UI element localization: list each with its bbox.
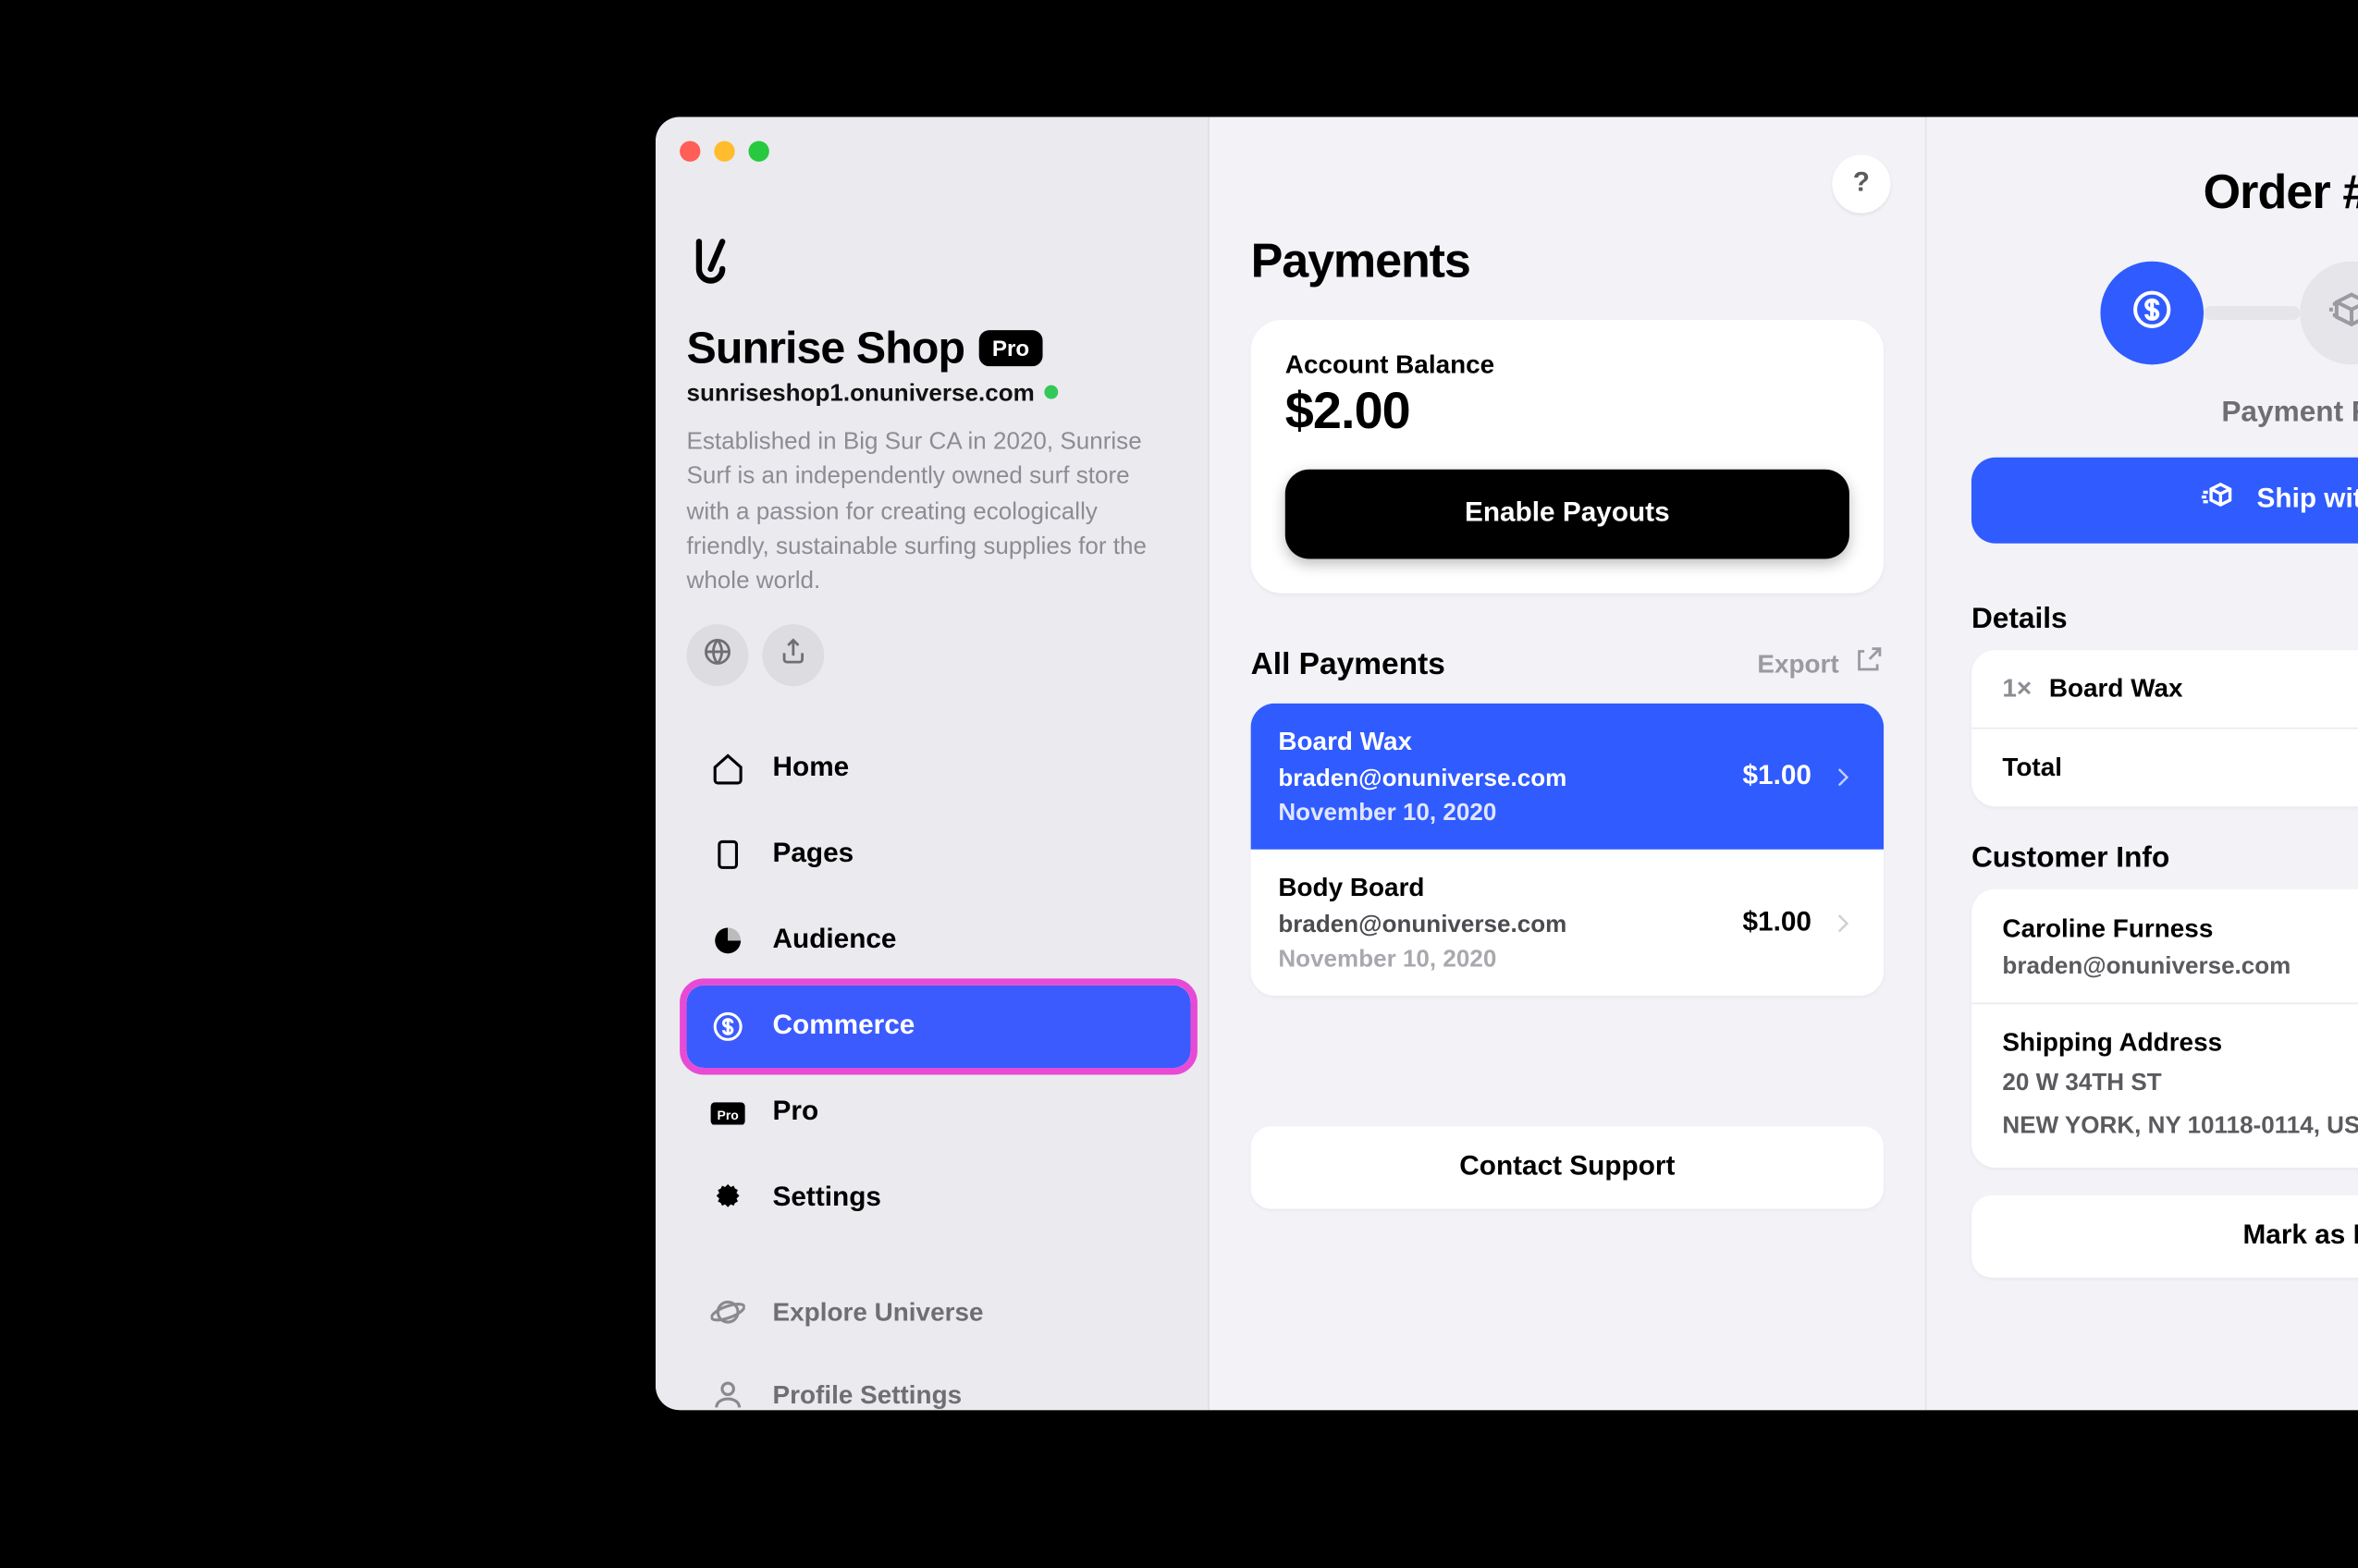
help-button[interactable]: ?	[1832, 154, 1890, 213]
details-card: 1× Board Wax $1.00 Total $1.00	[1971, 650, 2358, 806]
payment-amount: $1.00	[1742, 907, 1811, 937]
sidebar-item-pro[interactable]: Pro Pro	[686, 1072, 1190, 1155]
total-row: Total $1.00	[1971, 729, 2358, 807]
export-button[interactable]: Export	[1757, 645, 1884, 683]
export-label: Export	[1757, 649, 1838, 679]
pro-badge: Pro	[977, 330, 1042, 366]
order-heading: Order #12438	[1971, 165, 2358, 221]
planet-icon	[710, 1295, 744, 1329]
sidebar-item-label: Home	[772, 754, 849, 785]
fullscreen-window-button[interactable]	[748, 141, 768, 162]
globe-icon	[702, 636, 732, 676]
enable-payouts-button[interactable]: Enable Payouts	[1284, 470, 1848, 559]
sidebar-item-commerce[interactable]: Commerce	[686, 986, 1190, 1069]
mark-fulfilled-button[interactable]: Mark as Fulfilled	[1971, 1195, 2358, 1278]
commerce-icon	[710, 1011, 744, 1045]
payment-email: braden@onuniverse.com	[1278, 764, 1566, 791]
payments-panel: ? Payments Account Balance $2.00 Enable …	[1209, 116, 1926, 1410]
site-description: Established in Big Sur CA in 2020, Sunri…	[686, 423, 1168, 598]
order-steps	[1971, 262, 2358, 365]
customer-info-label: Customer Info	[1971, 841, 2358, 876]
app-window: Sunrise Shop Pro sunriseshop1.onuniverse…	[656, 116, 2358, 1410]
sidebar-item-pages[interactable]: Pages	[686, 815, 1190, 897]
dollar-icon	[2129, 287, 2173, 340]
line-item: 1× Board Wax $1.00	[1971, 650, 2358, 728]
sidebar-item-profile[interactable]: Profile Settings	[686, 1357, 1190, 1410]
chevron-right-icon	[1828, 763, 1856, 790]
app-logo	[686, 234, 1190, 301]
sidebar-item-label: Profile Settings	[772, 1381, 962, 1411]
payment-title: Body Board	[1278, 874, 1566, 903]
svg-text:Pro: Pro	[717, 1108, 738, 1122]
payment-row[interactable]: Body Board braden@onuniverse.com Novembe…	[1250, 850, 1883, 996]
status-dot-icon	[1044, 386, 1058, 399]
customer-row: Caroline Furness braden@onuniverse.com	[1971, 889, 2358, 1003]
sidebar-item-settings[interactable]: Settings	[686, 1158, 1190, 1241]
sidebar-item-label: Explore Universe	[772, 1298, 983, 1328]
order-status: Payment Received	[1971, 396, 2358, 430]
payments-heading: Payments	[1250, 234, 1883, 289]
sidebar-item-label: Commerce	[772, 1012, 915, 1043]
payment-email: braden@onuniverse.com	[1278, 910, 1566, 937]
total-label: Total	[2002, 753, 2062, 783]
details-label: Details	[1971, 602, 2358, 636]
contact-support-button[interactable]: Contact Support	[1250, 1126, 1883, 1208]
pages-icon	[710, 839, 744, 873]
balance-card: Account Balance $2.00 Enable Payouts	[1250, 320, 1883, 594]
shipping-row: Shipping Address 20 W 34TH ST NEW YORK, …	[1971, 1004, 2358, 1168]
sidebar-item-home[interactable]: Home	[686, 729, 1190, 811]
customer-email: braden@onuniverse.com	[2002, 950, 2290, 978]
box-icon	[2327, 287, 2358, 340]
payment-row[interactable]: Board Wax braden@onuniverse.com November…	[1250, 704, 1883, 850]
audience-icon	[710, 925, 744, 959]
payment-date: November 10, 2020	[1278, 798, 1566, 826]
ship-button[interactable]: Ship with Universe	[1971, 458, 2358, 544]
shipping-line1: 20 W 34TH ST	[2002, 1064, 2358, 1100]
export-icon	[1852, 645, 1883, 683]
open-site-button[interactable]	[686, 625, 748, 687]
close-window-button[interactable]	[680, 141, 700, 162]
payments-list: Board Wax braden@onuniverse.com November…	[1250, 704, 1883, 996]
balance-label: Account Balance	[1284, 350, 1848, 380]
minimize-window-button[interactable]	[714, 141, 734, 162]
payment-amount: $1.00	[1742, 761, 1811, 791]
sidebar-item-label: Pages	[772, 840, 854, 871]
sidebar-item-explore[interactable]: Explore Universe	[686, 1275, 1190, 1351]
sidebar-item-label: Audience	[772, 926, 896, 957]
ship-label: Ship with Universe	[2256, 485, 2358, 516]
person-icon	[710, 1378, 744, 1410]
all-payments-label: All Payments	[1250, 645, 1444, 681]
step-payment	[2099, 262, 2203, 365]
step-rail	[2203, 306, 2299, 320]
window-controls	[680, 141, 769, 162]
share-button[interactable]	[762, 625, 824, 687]
home-icon	[710, 753, 744, 787]
ship-icon	[2198, 477, 2236, 523]
payment-title: Board Wax	[1278, 728, 1566, 757]
step-shipping	[2299, 262, 2358, 365]
share-icon	[778, 636, 808, 676]
balance-amount: $2.00	[1284, 384, 1848, 442]
order-detail-panel: Order #12438 Payment Received	[1926, 116, 2358, 1410]
settings-icon	[710, 1182, 744, 1217]
sidebar-item-label: Pro	[772, 1098, 818, 1129]
pro-icon: Pro	[710, 1096, 744, 1131]
line-item-name: Board Wax	[2048, 674, 2182, 704]
line-item-qty: 1×	[2002, 674, 2032, 704]
chevron-right-icon	[1828, 909, 1856, 937]
shipping-line2: NEW YORK, NY 10118-0114, US	[2002, 1108, 2358, 1144]
sidebar-item-label: Settings	[772, 1184, 880, 1215]
sidebar-item-audience[interactable]: Audience	[686, 900, 1190, 983]
payment-date: November 10, 2020	[1278, 944, 1566, 972]
help-icon: ?	[1852, 168, 1869, 199]
customer-name: Caroline Furness	[2002, 914, 2290, 944]
site-title: Sunrise Shop	[686, 322, 964, 375]
shipping-label: Shipping Address	[2002, 1028, 2358, 1058]
sidebar: Sunrise Shop Pro sunriseshop1.onuniverse…	[656, 116, 1210, 1410]
customer-card: Caroline Furness braden@onuniverse.com S…	[1971, 889, 2358, 1168]
site-domain[interactable]: sunriseshop1.onuniverse.com	[686, 378, 1034, 406]
